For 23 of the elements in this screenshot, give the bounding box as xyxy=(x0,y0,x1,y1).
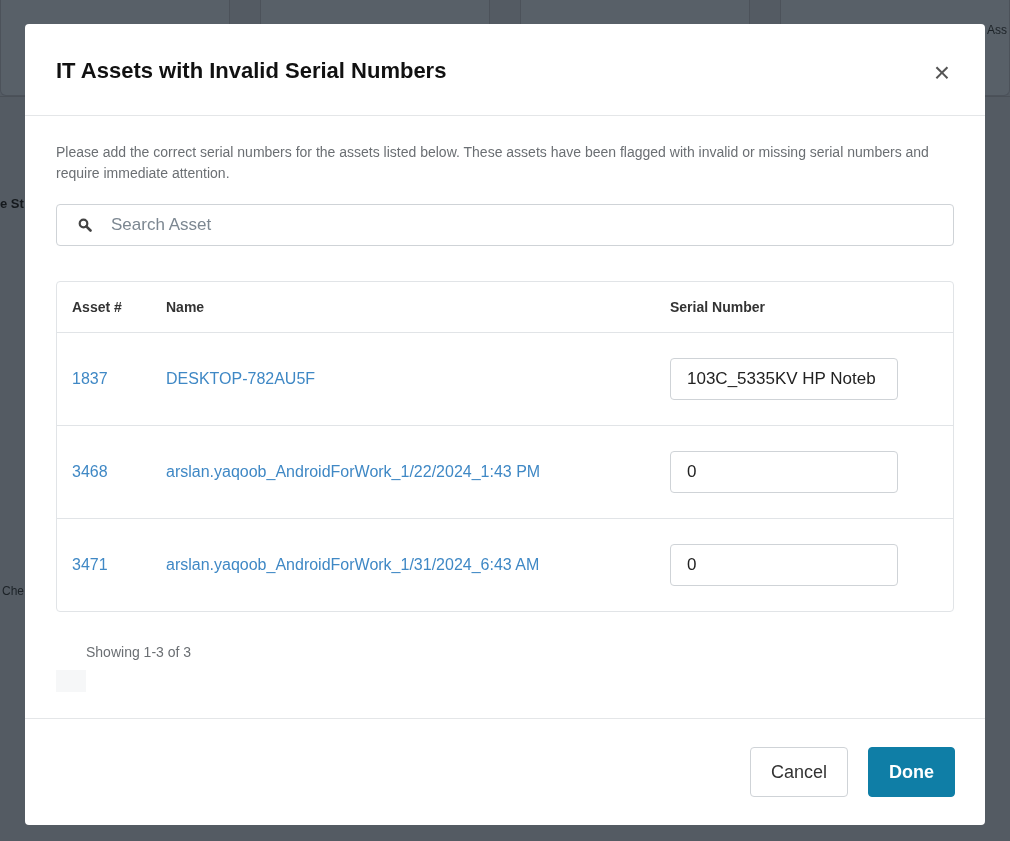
column-header: Name xyxy=(166,299,206,315)
search-field[interactable]: Search Asset xyxy=(56,204,954,246)
pagination-text: Showing 1-3 of 3 xyxy=(86,644,193,660)
asset-number-link[interactable]: 3468 xyxy=(72,463,166,481)
background-text: Che xyxy=(2,584,24,598)
serial-number-field[interactable]: 0 xyxy=(670,451,898,493)
done-button[interactable]: Done xyxy=(868,747,955,797)
description-text: Please add the correct serial numbers for the assets listed below. These assets have been flagged with invalid or missing serial numbers and require immediate attention. xyxy=(56,143,930,183)
background-text: e St xyxy=(0,196,24,211)
background-text: Ass xyxy=(987,23,1007,37)
column-header: Serial Number xyxy=(670,299,766,315)
serial-number-field[interactable]: 0 xyxy=(670,544,898,586)
asset-number-link[interactable]: 3471 xyxy=(72,556,166,574)
cancel-button[interactable]: Cancel xyxy=(749,747,848,797)
dialog-title: IT Assets with Invalid Serial Numbers xyxy=(56,57,447,84)
column-header: Asset # xyxy=(72,299,123,315)
asset-name-link[interactable]: DESKTOP-782AU5F xyxy=(166,370,670,388)
asset-name-link[interactable]: arslan.yaqoob_AndroidForWork_1/22/2024_1:43 PM xyxy=(166,463,670,481)
close-button[interactable]: × xyxy=(929,58,954,87)
search-icon xyxy=(78,218,92,232)
asset-number-link[interactable]: 1837 xyxy=(72,370,166,388)
asset-name-link[interactable]: arslan.yaqoob_AndroidForWork_1/31/2024_6:43 AM xyxy=(166,556,670,574)
serial-number-field[interactable]: 103C_5335KV HP Noteb xyxy=(670,358,898,400)
